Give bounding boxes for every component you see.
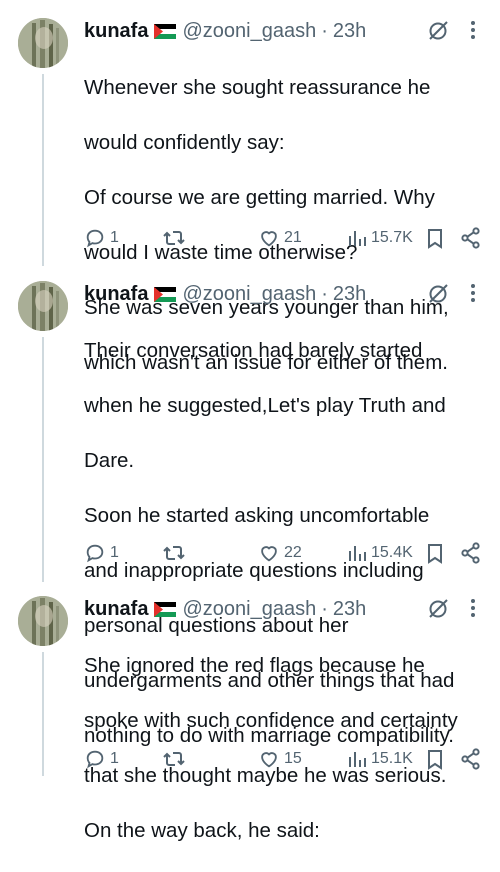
reply-icon	[86, 544, 104, 563]
views-button[interactable]: 15.1K	[347, 746, 413, 772]
text-line: Whenever she sought reassurance he	[84, 75, 431, 99]
reply-button[interactable]: 1	[84, 746, 119, 772]
reply-count: 1	[110, 750, 119, 767]
thread-connector	[42, 337, 44, 582]
text-line: when he suggested,Let's play Truth and	[84, 393, 446, 417]
reply-button[interactable]: 1	[84, 540, 119, 566]
thread-feed: kunafa @zooni_gaash · 23h Whenever she s…	[0, 0, 500, 842]
timestamp[interactable]: 23h	[333, 18, 366, 44]
reply-count: 1	[110, 229, 119, 246]
user-handle[interactable]: @zooni_gaash	[182, 281, 316, 307]
share-icon	[461, 227, 480, 249]
reply-count: 1	[110, 544, 119, 561]
text-line: Their conversation had barely started	[84, 338, 423, 362]
display-name[interactable]: kunafa	[84, 596, 148, 622]
more-dots-icon[interactable]	[470, 597, 476, 619]
avatar[interactable]	[18, 596, 68, 646]
heart-icon	[261, 752, 277, 768]
separator-dot: ·	[321, 20, 328, 42]
like-count: 22	[284, 544, 302, 561]
avatar[interactable]	[18, 18, 68, 68]
separator-dot: ·	[321, 598, 328, 620]
bookmark-button[interactable]	[425, 540, 445, 566]
like-count: 15	[284, 750, 302, 767]
display-name[interactable]: kunafa	[84, 18, 148, 44]
retweet-button[interactable]	[162, 225, 186, 251]
retweet-icon	[163, 752, 185, 766]
bookmark-icon	[428, 544, 442, 564]
text-line: spoke with such confidence and certainty	[84, 708, 458, 732]
retweet-icon	[163, 546, 185, 560]
grok-icon[interactable]	[426, 597, 450, 621]
user-handle[interactable]: @zooni_gaash	[182, 18, 316, 44]
text-line: She ignored the red flags because he	[84, 653, 425, 677]
view-count: 15.4K	[371, 544, 413, 561]
display-name[interactable]: kunafa	[84, 281, 148, 307]
heart-icon	[261, 231, 277, 247]
thread-connector	[42, 74, 44, 266]
views-chart-icon	[349, 546, 366, 561]
views-chart-icon	[349, 752, 366, 767]
share-button[interactable]	[459, 746, 483, 772]
like-button[interactable]: 21	[258, 225, 302, 251]
bookmark-button[interactable]	[425, 746, 445, 772]
tweet-3[interactable]: kunafa @zooni_gaash · 23h She ignored th…	[0, 596, 500, 842]
heart-icon	[261, 546, 277, 562]
retweet-icon	[163, 231, 185, 245]
user-handle[interactable]: @zooni_gaash	[182, 596, 316, 622]
views-button[interactable]: 15.4K	[347, 540, 413, 566]
share-icon	[461, 748, 480, 770]
share-icon	[461, 542, 480, 564]
like-button[interactable]: 15	[258, 746, 302, 772]
text-line: On the way back, he said:	[84, 818, 320, 842]
palestine-flag-icon	[154, 286, 177, 302]
share-button[interactable]	[459, 540, 483, 566]
reply-icon	[86, 229, 104, 248]
text-line: Dare.	[84, 448, 135, 472]
action-bar: 1 22 15.4K	[84, 540, 500, 566]
thread-connector	[42, 652, 44, 776]
grok-icon[interactable]	[426, 19, 450, 43]
tweet-2[interactable]: kunafa @zooni_gaash · 23h Their conversa…	[0, 281, 500, 747]
views-button[interactable]: 15.7K	[347, 225, 413, 251]
action-bar: 1 21 15.7K	[84, 225, 500, 251]
like-button[interactable]: 22	[258, 540, 302, 566]
views-chart-icon	[349, 231, 366, 246]
view-count: 15.1K	[371, 750, 413, 767]
palestine-flag-icon	[154, 601, 177, 617]
reply-icon	[86, 750, 104, 769]
text-line: would confidently say:	[84, 130, 285, 154]
bookmark-button[interactable]	[425, 225, 445, 251]
action-bar: 1 15 15.1K	[84, 746, 500, 772]
reply-button[interactable]: 1	[84, 225, 119, 251]
palestine-flag-icon	[154, 23, 177, 39]
separator-dot: ·	[321, 283, 328, 305]
text-line: Of course we are getting married. Why	[84, 185, 435, 209]
retweet-button[interactable]	[162, 540, 186, 566]
bookmark-icon	[428, 229, 442, 249]
view-count: 15.7K	[371, 229, 413, 246]
like-count: 21	[284, 229, 302, 246]
timestamp[interactable]: 23h	[333, 596, 366, 622]
retweet-button[interactable]	[162, 746, 186, 772]
timestamp[interactable]: 23h	[333, 281, 366, 307]
share-button[interactable]	[459, 225, 483, 251]
grok-icon[interactable]	[426, 282, 450, 306]
avatar[interactable]	[18, 281, 68, 331]
more-dots-icon[interactable]	[470, 282, 476, 304]
tweet-1[interactable]: kunafa @zooni_gaash · 23h Whenever she s…	[0, 18, 500, 374]
text-line: Soon he started asking uncomfortable	[84, 503, 430, 527]
bookmark-icon	[428, 750, 442, 770]
more-dots-icon[interactable]	[470, 19, 476, 41]
